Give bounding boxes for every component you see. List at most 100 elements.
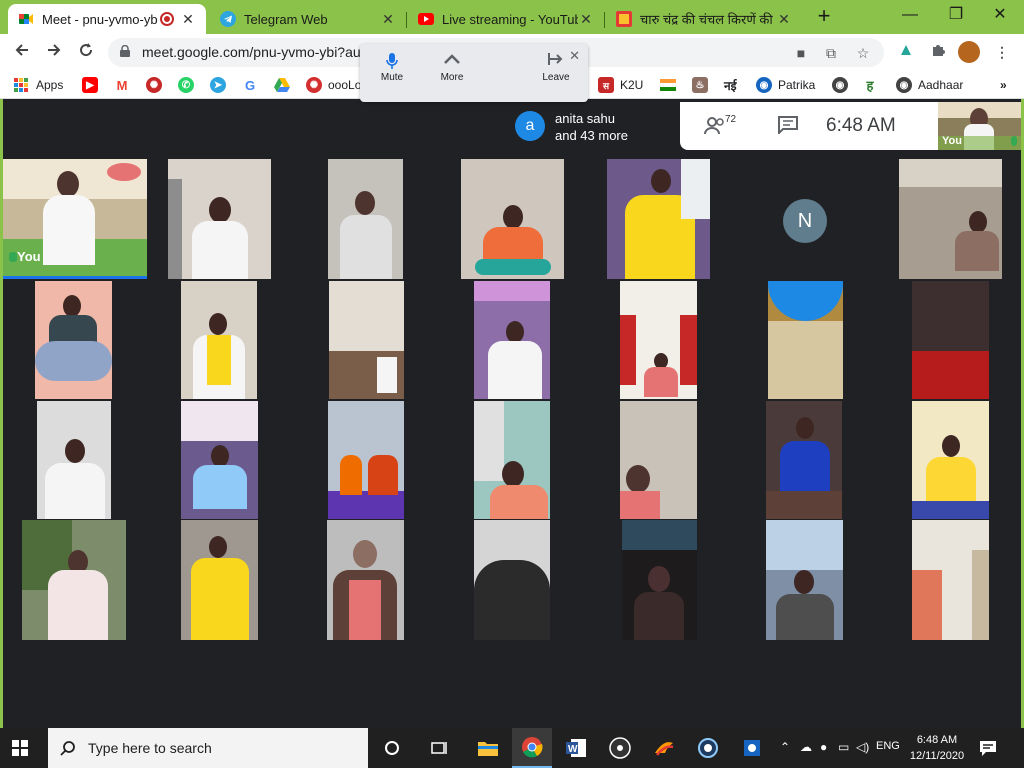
back-button[interactable]: [10, 40, 34, 64]
hindustan-icon: ह: [862, 77, 878, 93]
onedrive-icon[interactable]: ☁: [800, 740, 812, 754]
close-tab-icon[interactable]: ✕: [180, 11, 196, 28]
file-explorer-icon[interactable]: [468, 728, 508, 768]
word-icon[interactable]: W: [556, 728, 596, 768]
video-tile[interactable]: [35, 281, 112, 399]
bookmark-drive[interactable]: [274, 76, 290, 94]
video-tile[interactable]: [474, 520, 550, 640]
bookmark-gmail[interactable]: M: [114, 76, 136, 94]
video-tile-self[interactable]: You: [3, 159, 147, 279]
bookmark-aadhaar[interactable]: ◉ Aadhaar: [896, 76, 963, 94]
taskbar-clock[interactable]: 6:48 AM 12/11/2020: [902, 732, 972, 764]
bookmark-lamp[interactable]: ♨: [692, 76, 714, 94]
video-tile[interactable]: [620, 401, 697, 519]
video-tile[interactable]: [766, 401, 842, 519]
profile-avatar[interactable]: [958, 41, 980, 63]
leave-button[interactable]: Leave: [526, 72, 586, 83]
video-tile[interactable]: [474, 281, 550, 399]
camera-icon[interactable]: ■: [792, 44, 810, 62]
video-tile[interactable]: [912, 281, 989, 399]
video-tile[interactable]: [766, 520, 843, 640]
chrome-icon[interactable]: [512, 728, 552, 768]
bookmarks-overflow-icon[interactable]: »: [1000, 76, 1007, 94]
minimize-button[interactable]: —: [890, 4, 930, 28]
video-tile[interactable]: [328, 159, 403, 279]
bookmark-k2u[interactable]: स K2U: [598, 76, 643, 94]
bookmark-whatsapp[interactable]: ✆: [178, 76, 200, 94]
bookmark-ooolo[interactable]: ✺ oooLo: [306, 76, 361, 94]
new-tab-button[interactable]: +: [812, 5, 836, 29]
bookmark-nai[interactable]: नई: [724, 76, 737, 94]
bookmark-globe[interactable]: ◉: [832, 76, 854, 94]
video-tile[interactable]: [37, 401, 111, 519]
bookmark-apps[interactable]: Apps: [14, 76, 63, 94]
bookmark-india-flag[interactable]: [660, 76, 676, 94]
video-tile[interactable]: [912, 401, 989, 519]
chevron-up-icon[interactable]: [422, 52, 482, 70]
people-icon[interactable]: [704, 116, 726, 136]
restore-button[interactable]: ❐: [936, 4, 976, 28]
tab-telegram[interactable]: Telegram Web ✕: [210, 4, 407, 34]
cortana-icon[interactable]: [372, 728, 412, 768]
menu-dots-icon[interactable]: ⋮: [992, 42, 1012, 62]
video-tile[interactable]: [327, 520, 404, 640]
chevron-up-icon[interactable]: ⌃: [780, 740, 790, 754]
video-tile[interactable]: [607, 159, 710, 279]
bookmark-patrika[interactable]: ◉ Patrika: [756, 76, 815, 94]
video-tile[interactable]: [622, 520, 697, 640]
avatar: N: [783, 199, 827, 243]
close-tab-icon[interactable]: ✕: [578, 11, 594, 28]
video-tile[interactable]: [181, 401, 258, 519]
video-tile[interactable]: [474, 401, 550, 519]
forward-button[interactable]: [42, 40, 66, 64]
bookmark-google[interactable]: G: [242, 76, 264, 94]
video-tile[interactable]: [899, 159, 1002, 279]
display-icon[interactable]: ▭: [838, 740, 849, 754]
video-tile[interactable]: [329, 281, 404, 399]
task-view-icon[interactable]: [420, 728, 460, 768]
chat-icon[interactable]: [778, 116, 798, 134]
close-window-button[interactable]: ✕: [980, 4, 1020, 28]
extensions-puzzle-icon[interactable]: [928, 42, 948, 62]
video-tile[interactable]: [168, 159, 271, 279]
mute-button[interactable]: Mute: [362, 72, 422, 83]
people-icon[interactable]: ●: [820, 740, 827, 754]
tab-youtube[interactable]: Live streaming - YouTube ✕: [408, 4, 605, 34]
tab-hindi-page[interactable]: चारु चंद्र की चंचल किरणें की ✕: [606, 4, 802, 34]
video-tile[interactable]: [181, 520, 258, 640]
bookmark-hindustan[interactable]: ह: [862, 76, 884, 94]
extension-icon[interactable]: [896, 42, 916, 62]
notification-icon[interactable]: [978, 738, 998, 758]
mic-icon[interactable]: [362, 52, 422, 70]
leave-icon[interactable]: [526, 52, 586, 70]
video-tile[interactable]: [620, 281, 697, 399]
video-tile[interactable]: [22, 520, 126, 640]
bookmark-site[interactable]: ✺: [146, 76, 168, 94]
video-tile[interactable]: [181, 281, 257, 399]
app-orange-icon[interactable]: [644, 728, 684, 768]
video-tile[interactable]: [912, 520, 989, 640]
taskbar-search-box[interactable]: Type here to search: [48, 728, 368, 768]
close-tab-icon[interactable]: ✕: [380, 11, 396, 28]
participant-count: 72: [725, 114, 737, 125]
translate-icon[interactable]: ⧉: [822, 44, 840, 62]
app-blue-icon[interactable]: [688, 728, 728, 768]
more-button[interactable]: More: [422, 72, 482, 83]
bookmark-youtube[interactable]: ▶: [82, 76, 104, 94]
media-player-icon[interactable]: [600, 728, 640, 768]
video-tile[interactable]: [461, 159, 564, 279]
self-view-thumbnail[interactable]: You: [938, 102, 1021, 150]
video-tile[interactable]: [768, 281, 843, 399]
star-icon[interactable]: ☆: [854, 44, 872, 62]
google-drive-icon: [274, 78, 290, 92]
volume-icon[interactable]: ◁): [856, 740, 869, 754]
reload-button[interactable]: [74, 40, 98, 64]
language-indicator[interactable]: ENG: [876, 740, 900, 752]
app-settings-icon[interactable]: [732, 728, 772, 768]
video-tile[interactable]: [328, 401, 404, 519]
tab-meet[interactable]: Meet - pnu-yvmo-yb ✕: [8, 4, 206, 34]
bookmark-telegram[interactable]: ➤: [210, 76, 232, 94]
apps-grid-icon: [14, 78, 28, 92]
close-tab-icon[interactable]: ✕: [776, 11, 792, 28]
windows-start-icon[interactable]: [12, 740, 28, 756]
